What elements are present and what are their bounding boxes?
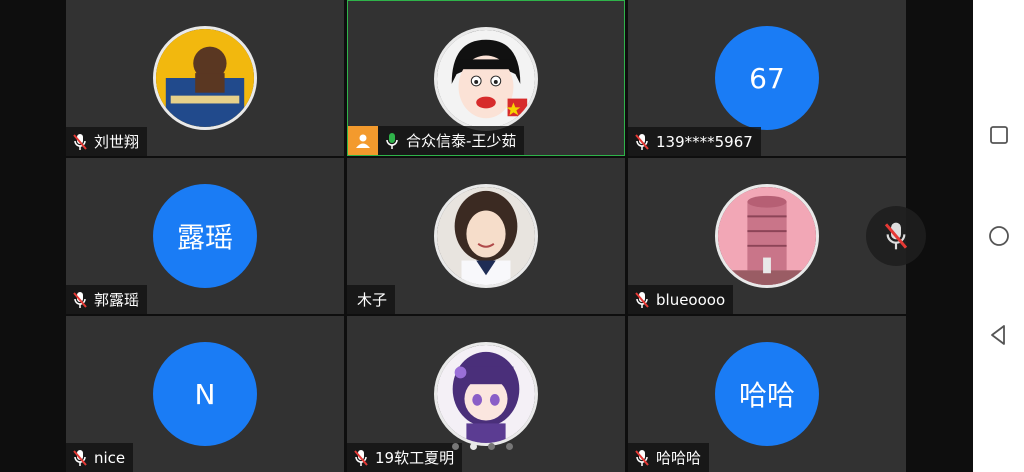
participant-name: 郭露瑶 [94,291,140,309]
avatar-photo [437,187,535,285]
participant-name: 19软工夏明 [375,449,455,467]
participant-name: 139****5967 [656,132,753,151]
mic-active-icon [386,132,398,149]
participant-tile[interactable]: 67 139****5967 [628,0,906,156]
participant-name: nice [94,448,126,467]
avatar-illustration [437,345,535,443]
participant-name: blueoooo [656,290,726,309]
home-icon[interactable] [987,224,1011,248]
mic-muted-icon [73,291,87,308]
participant-name: 哈哈哈 [656,449,702,467]
participant-tile[interactable]: 木子 [347,158,625,314]
participant-tile[interactable]: 露瑶 郭露瑶 [66,158,344,314]
page-dot[interactable] [506,443,513,450]
participant-label: 木子 [347,285,396,314]
participant-name: 木子 [357,291,388,309]
participant-label: blueoooo [628,285,734,314]
mic-muted-icon [354,449,368,466]
participant-tile[interactable]: 刘世翔 [66,0,344,156]
mic-muted-icon [73,449,87,466]
host-badge [348,126,378,155]
avatar-photo [718,187,816,285]
page-indicator[interactable] [452,443,513,450]
avatar-photo [156,29,254,127]
avatar-illustration [437,30,535,128]
mic-muted-icon [635,449,649,466]
avatar [434,342,538,446]
person-icon [356,134,370,148]
mic-muted-icon [73,133,87,150]
participant-name: 合众信泰-王少茹 [406,132,517,150]
participant-tile[interactable]: N nice [66,316,344,472]
mic-muted-icon [884,222,908,250]
participant-tile-active[interactable]: 合众信泰-王少茹 [347,0,625,156]
system-nav-bar [973,0,1024,472]
avatar: 哈哈 [715,342,819,446]
participant-label: 合众信泰-王少茹 [348,126,525,155]
participant-label: 19软工夏明 [347,443,463,472]
recent-apps-icon[interactable] [987,123,1011,147]
participant-label: 139****5967 [628,127,761,156]
avatar: 露瑶 [153,184,257,288]
floating-mic-button[interactable] [866,206,926,266]
avatar [434,184,538,288]
avatar [715,184,819,288]
participant-label: 刘世翔 [66,127,148,156]
participant-tile[interactable]: blueoooo [628,158,906,314]
page-dot-current[interactable] [470,443,477,450]
page-dot[interactable] [452,443,459,450]
participant-name: 刘世翔 [94,133,140,151]
page-dot[interactable] [488,443,495,450]
avatar: 67 [715,26,819,130]
mic-muted-icon [635,291,649,308]
avatar [153,26,257,130]
mic-muted-icon [635,133,649,150]
back-icon[interactable] [987,323,1011,347]
avatar: N [153,342,257,446]
participant-label: 郭露瑶 [66,285,148,314]
participant-label: nice [66,443,134,472]
avatar [434,27,538,131]
participant-tile[interactable]: 哈哈 哈哈哈 [628,316,906,472]
participant-label: 哈哈哈 [628,443,710,472]
video-grid: 刘世翔 合众信泰-王少茹 67 139****5967 露瑶 郭露瑶 木子 bl… [66,0,906,472]
